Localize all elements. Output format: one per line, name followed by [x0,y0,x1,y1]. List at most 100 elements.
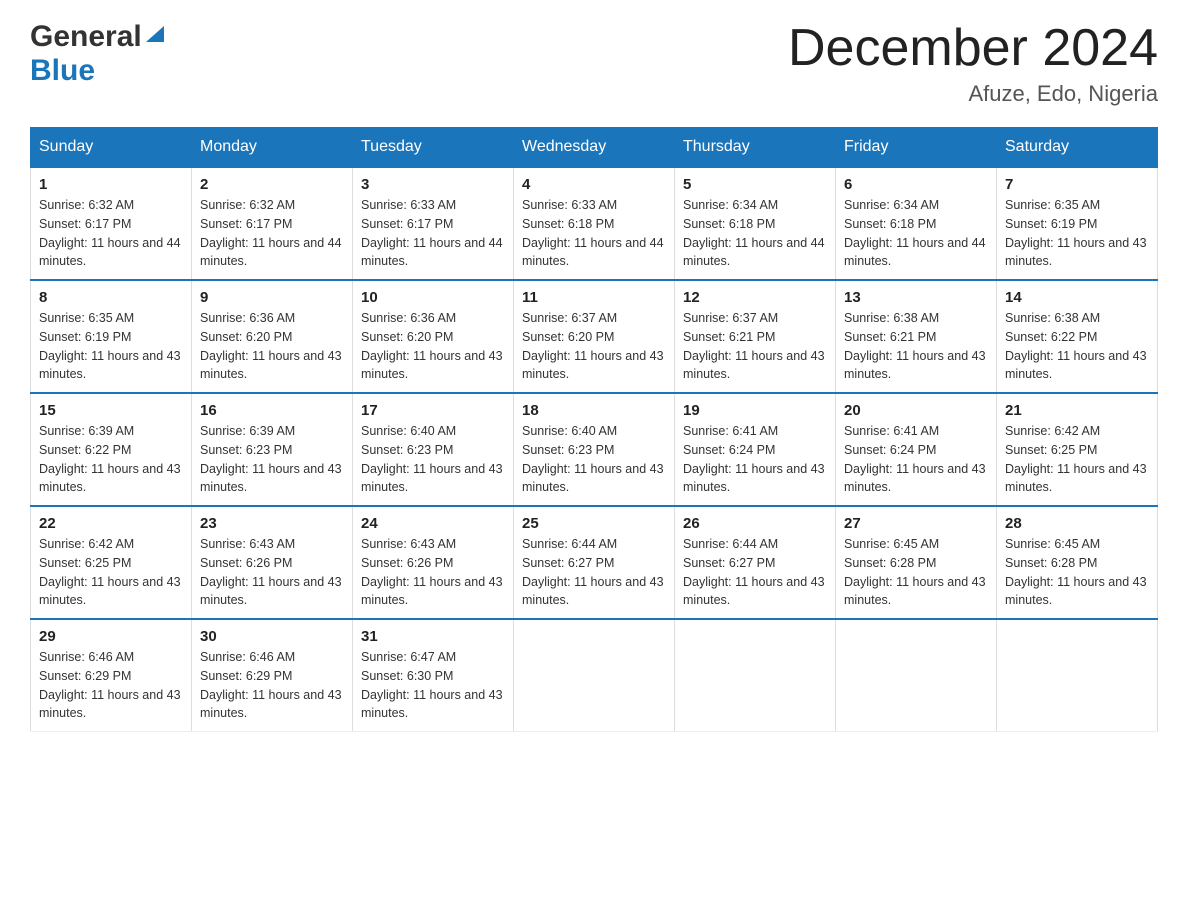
day-info: Sunrise: 6:33 AMSunset: 6:18 PMDaylight:… [522,196,666,271]
header-friday: Friday [836,128,997,168]
day-info: Sunrise: 6:38 AMSunset: 6:22 PMDaylight:… [1005,309,1149,384]
day-info: Sunrise: 6:40 AMSunset: 6:23 PMDaylight:… [522,422,666,497]
day-number: 28 [1005,515,1149,532]
day-number: 19 [683,402,827,419]
calendar-cell: 24 Sunrise: 6:43 AMSunset: 6:26 PMDayligh… [353,506,514,619]
day-info: Sunrise: 6:38 AMSunset: 6:21 PMDaylight:… [844,309,988,384]
title-section: December 2024 Afuze, Edo, Nigeria [788,20,1158,107]
calendar-cell: 31Sunrise: 6:47 AMSunset: 6:30 PMDayligh… [353,619,514,732]
day-number: 14 [1005,289,1149,306]
calendar-cell: 5Sunrise: 6:34 AMSunset: 6:18 PMDaylight… [675,167,836,280]
header-thursday: Thursday [675,128,836,168]
day-info: Sunrise: 6:34 AMSunset: 6:18 PMDaylight:… [844,196,988,271]
calendar-cell: 17 Sunrise: 6:40 AMSunset: 6:23 PMDayligh… [353,393,514,506]
day-info: Sunrise: 6:39 AMSunset: 6:23 PMDaylight:… [200,422,344,497]
day-number: 6 [844,176,988,193]
day-info: Sunrise: 6:32 AMSunset: 6:17 PMDaylight:… [200,196,344,271]
day-info: Sunrise: 6:45 AMSunset: 6:28 PMDaylight:… [844,535,988,610]
day-info: Sunrise: 6:34 AMSunset: 6:18 PMDaylight:… [683,196,827,271]
day-info: Sunrise: 6:43 AMSunset: 6:26 PMDaylight:… [200,535,344,610]
calendar-cell: 25 Sunrise: 6:44 AMSunset: 6:27 PMDayligh… [514,506,675,619]
day-info: Sunrise: 6:32 AMSunset: 6:17 PMDaylight:… [39,196,183,271]
calendar-cell: 20 Sunrise: 6:41 AMSunset: 6:24 PMDayligh… [836,393,997,506]
day-number: 17 [361,402,505,419]
calendar-cell: 23 Sunrise: 6:43 AMSunset: 6:26 PMDayligh… [192,506,353,619]
calendar-cell: 28 Sunrise: 6:45 AMSunset: 6:28 PMDayligh… [997,506,1158,619]
logo-general-text: General [30,20,142,54]
day-info: Sunrise: 6:36 AMSunset: 6:20 PMDaylight:… [200,309,344,384]
day-number: 22 [39,515,183,532]
calendar-week-row: 22 Sunrise: 6:42 AMSunset: 6:25 PMDayligh… [31,506,1158,619]
calendar-week-row: 15Sunrise: 6:39 AMSunset: 6:22 PMDayligh… [31,393,1158,506]
calendar-cell: 30 Sunrise: 6:46 AMSunset: 6:29 PMDayligh… [192,619,353,732]
day-info: Sunrise: 6:45 AMSunset: 6:28 PMDaylight:… [1005,535,1149,610]
day-info: Sunrise: 6:35 AMSunset: 6:19 PMDaylight:… [1005,196,1149,271]
day-info: Sunrise: 6:41 AMSunset: 6:24 PMDaylight:… [844,422,988,497]
calendar-week-row: 8 Sunrise: 6:35 AMSunset: 6:19 PMDaylight… [31,280,1158,393]
day-info: Sunrise: 6:46 AMSunset: 6:29 PMDaylight:… [200,648,344,723]
day-info: Sunrise: 6:43 AMSunset: 6:26 PMDaylight:… [361,535,505,610]
day-number: 20 [844,402,988,419]
day-info: Sunrise: 6:42 AMSunset: 6:25 PMDaylight:… [1005,422,1149,497]
day-info: Sunrise: 6:40 AMSunset: 6:23 PMDaylight:… [361,422,505,497]
day-info: Sunrise: 6:37 AMSunset: 6:21 PMDaylight:… [683,309,827,384]
day-number: 7 [1005,176,1149,193]
calendar-header-row: SundayMondayTuesdayWednesdayThursdayFrid… [31,128,1158,168]
day-number: 30 [200,628,344,645]
day-info: Sunrise: 6:37 AMSunset: 6:20 PMDaylight:… [522,309,666,384]
day-number: 12 [683,289,827,306]
header-monday: Monday [192,128,353,168]
header-saturday: Saturday [997,128,1158,168]
calendar-cell: 3 Sunrise: 6:33 AMSunset: 6:17 PMDaylight… [353,167,514,280]
calendar-cell: 7 Sunrise: 6:35 AMSunset: 6:19 PMDaylight… [997,167,1158,280]
calendar-cell: 10Sunrise: 6:36 AMSunset: 6:20 PMDayligh… [353,280,514,393]
day-number: 23 [200,515,344,532]
day-info: Sunrise: 6:41 AMSunset: 6:24 PMDaylight:… [683,422,827,497]
calendar-cell: 22 Sunrise: 6:42 AMSunset: 6:25 PMDayligh… [31,506,192,619]
calendar-cell: 27 Sunrise: 6:45 AMSunset: 6:28 PMDayligh… [836,506,997,619]
day-number: 16 [200,402,344,419]
day-info: Sunrise: 6:33 AMSunset: 6:17 PMDaylight:… [361,196,505,271]
logo-blue-text: Blue [30,54,95,88]
day-number: 31 [361,628,505,645]
day-number: 29 [39,628,183,645]
day-number: 15 [39,402,183,419]
day-info: Sunrise: 6:44 AMSunset: 6:27 PMDaylight:… [522,535,666,610]
calendar-cell: 29 Sunrise: 6:46 AMSunset: 6:29 PMDayligh… [31,619,192,732]
calendar-cell [514,619,675,732]
calendar-cell: 13 Sunrise: 6:38 AMSunset: 6:21 PMDayligh… [836,280,997,393]
day-number: 11 [522,289,666,306]
calendar-week-row: 1 Sunrise: 6:32 AMSunset: 6:17 PMDaylight… [31,167,1158,280]
month-year-title: December 2024 [788,20,1158,77]
calendar-cell: 16 Sunrise: 6:39 AMSunset: 6:23 PMDayligh… [192,393,353,506]
logo: General Blue [30,20,166,88]
location-subtitle: Afuze, Edo, Nigeria [788,81,1158,107]
day-number: 13 [844,289,988,306]
logo-triangle-icon [144,22,166,44]
calendar-cell: 9 Sunrise: 6:36 AMSunset: 6:20 PMDaylight… [192,280,353,393]
calendar-cell: 21Sunrise: 6:42 AMSunset: 6:25 PMDayligh… [997,393,1158,506]
day-info: Sunrise: 6:46 AMSunset: 6:29 PMDaylight:… [39,648,183,723]
day-number: 25 [522,515,666,532]
calendar-cell: 11 Sunrise: 6:37 AMSunset: 6:20 PMDayligh… [514,280,675,393]
day-number: 10 [361,289,505,306]
calendar-cell [997,619,1158,732]
day-number: 3 [361,176,505,193]
day-number: 24 [361,515,505,532]
day-number: 8 [39,289,183,306]
calendar-cell: 12 Sunrise: 6:37 AMSunset: 6:21 PMDayligh… [675,280,836,393]
day-number: 9 [200,289,344,306]
calendar-cell: 2Sunrise: 6:32 AMSunset: 6:17 PMDaylight… [192,167,353,280]
day-number: 18 [522,402,666,419]
calendar-table: SundayMondayTuesdayWednesdayThursdayFrid… [30,127,1158,732]
day-number: 1 [39,176,183,193]
day-number: 26 [683,515,827,532]
calendar-cell: 18 Sunrise: 6:40 AMSunset: 6:23 PMDayligh… [514,393,675,506]
day-info: Sunrise: 6:35 AMSunset: 6:19 PMDaylight:… [39,309,183,384]
calendar-week-row: 29 Sunrise: 6:46 AMSunset: 6:29 PMDayligh… [31,619,1158,732]
calendar-cell: 6 Sunrise: 6:34 AMSunset: 6:18 PMDaylight… [836,167,997,280]
calendar-cell: 4Sunrise: 6:33 AMSunset: 6:18 PMDaylight… [514,167,675,280]
day-number: 27 [844,515,988,532]
calendar-cell: 8 Sunrise: 6:35 AMSunset: 6:19 PMDaylight… [31,280,192,393]
day-info: Sunrise: 6:42 AMSunset: 6:25 PMDaylight:… [39,535,183,610]
